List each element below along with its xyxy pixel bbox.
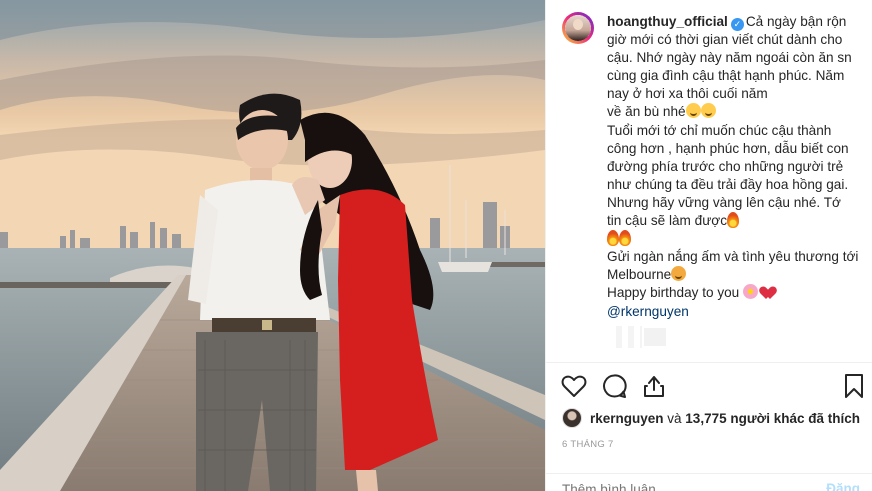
bookmark-icon [845,374,863,398]
author-avatar[interactable] [562,12,594,44]
fire-emoji-icon [607,230,619,247]
caption-line: Happy birthday to you [607,285,740,301]
caption-line: Cả ngày bận rộn [745,14,847,29]
comment-bubble-icon [603,374,627,398]
hugging-face-emoji-icon [671,266,687,282]
blurred-comment-avatar [616,326,642,348]
heart-outline-icon [561,375,587,397]
likes-summary: rkernguyen và 13,775 người khác đã thích [562,406,860,430]
liker-avatar[interactable] [562,408,582,428]
fire-emoji-icon [727,212,740,229]
divider [546,473,872,474]
caption-line: công hơn , hạnh phúc hơn, dẫu biết [607,140,823,156]
grin-emoji-icon [700,103,716,119]
red-heart-emoji-icon [762,286,777,299]
author-username[interactable]: hoangthuy_official [607,14,728,29]
share-icon [644,376,664,397]
verified-badge-icon: ✓ [730,18,744,31]
likes-count[interactable]: 13,775 [685,411,726,426]
caption-line: Gửi ngàn nắng ấm và tình yêu thương [607,249,839,265]
post-side-panel: hoangthuy_official ✓ Cả ngày bận rộn giờ m… [545,0,872,491]
cherry-blossom-emoji-icon [743,284,759,300]
fire-emoji-icon [619,230,631,247]
likes-text: rkernguyen và 13,775 người khác đã thích [590,411,860,426]
save-button[interactable] [840,372,868,400]
likes-suffix[interactable]: người khác đã thích [727,411,860,426]
divider [546,362,872,363]
blurred-comment-text [644,328,666,346]
post-timestamp[interactable]: 6 THÁNG 7 [562,439,614,450]
caption-line: Tuổi mới tớ chỉ muốn chúc cậu thành [607,122,832,138]
likes-conjunction: và [663,410,686,426]
post-caption: hoangthuy_official ✓ Cả ngày bận rộn giờ m… [607,13,859,321]
caption-line: về ăn bù nhé [607,104,686,120]
couple-on-pier-photo [0,0,545,491]
like-button[interactable] [560,372,588,400]
post-actions-bar [546,370,872,402]
share-button[interactable] [640,372,668,400]
mention-link[interactable]: @rkernguyen [607,304,689,319]
caption-line: giờ mới có thời gian viết chút dành [607,32,817,48]
smile-emoji-icon [685,103,701,119]
comment-input[interactable] [562,482,792,491]
post-comment-button[interactable]: Đăng [826,481,860,491]
comment-button[interactable] [600,372,628,400]
liker-username[interactable]: rkernguyen [590,411,664,426]
post-photo[interactable] [0,0,545,491]
